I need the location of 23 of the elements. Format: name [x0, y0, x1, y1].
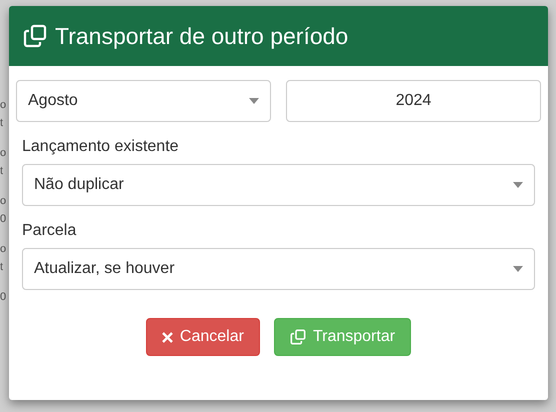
copy-icon: [23, 24, 47, 48]
dropdown-select[interactable]: Não duplicar: [22, 164, 535, 206]
year-field[interactable]: 2024: [286, 80, 541, 122]
dropdown-select[interactable]: Atualizar, se houver: [22, 248, 535, 290]
field-label: Parcela: [22, 222, 78, 240]
background-text: o: [0, 146, 6, 160]
background-text: t: [0, 116, 4, 130]
caret-icon: [513, 182, 523, 188]
copy-icon: [290, 329, 306, 345]
month-select[interactable]: Agosto: [16, 80, 271, 122]
background-text: 0: [0, 290, 6, 304]
dialog-title: Transportar de outro período: [55, 22, 348, 51]
background-text: t: [0, 260, 4, 274]
cancel-button[interactable]: Cancelar: [146, 318, 260, 356]
background-text: o: [0, 98, 6, 112]
background-text: o: [0, 242, 6, 256]
background-text: o: [0, 194, 6, 208]
background-text: 0: [0, 212, 6, 226]
close-icon: [162, 332, 173, 342]
field-label: Lançamento existente: [22, 138, 180, 156]
caret-icon: [513, 266, 523, 272]
background-text: t: [0, 164, 4, 178]
caret-icon: [249, 98, 259, 104]
